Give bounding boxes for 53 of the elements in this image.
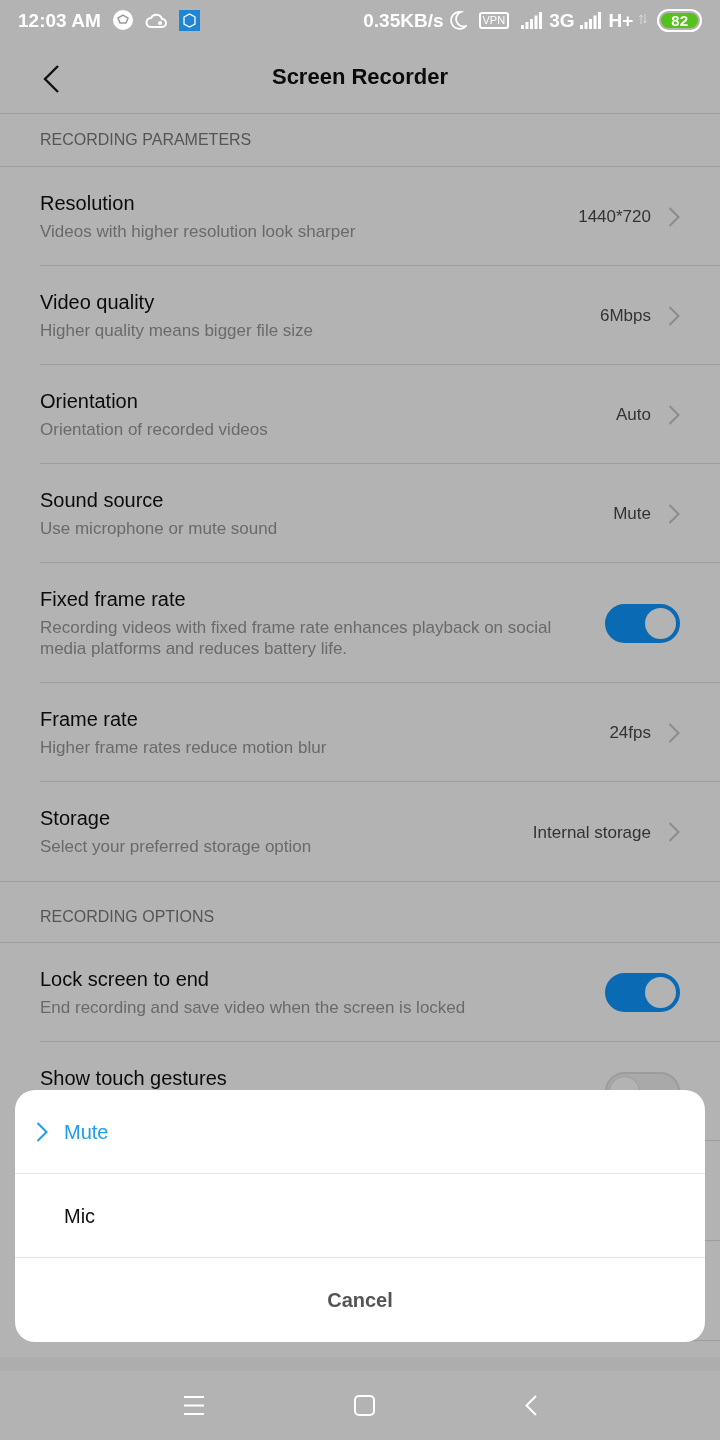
setting-description: Recording videos with fixed frame rate enhances playback on social media platforms and reduces battery life. [40, 617, 553, 659]
setting-title: Orientation [40, 389, 139, 413]
setting-title: Show touch gestures [40, 1066, 228, 1090]
setting-title: Sound source [40, 488, 165, 512]
app-icon [178, 9, 200, 31]
setting-description: Higher quality means bigger file size [40, 320, 315, 341]
setting-title: Resolution [40, 191, 136, 215]
toggle-switch[interactable] [605, 973, 680, 1012]
network-speed: 0.35KB/s [363, 10, 444, 30]
setting-value: Auto [616, 404, 651, 425]
data-arrows-icon [639, 13, 648, 24]
setting-value: 1440*720 [578, 206, 651, 227]
setting-value: Mute [613, 503, 651, 524]
setting-title: Video quality [40, 290, 156, 314]
setting-description: Orientation of recorded videos [40, 419, 269, 440]
chevron-right-icon [668, 822, 680, 842]
moon-icon [449, 10, 467, 30]
setting-title: Lock screen to end [40, 967, 210, 991]
menu-icon[interactable] [183, 1396, 204, 1415]
home-icon[interactable] [353, 1395, 375, 1416]
status-time: 12:03 AM [18, 10, 101, 30]
check-chevron-icon [36, 1121, 48, 1142]
setting-value: 6Mbps [599, 305, 651, 326]
chevron-right-icon [668, 305, 680, 326]
setting-description: Higher frame rates reduce motion blur [40, 737, 328, 758]
network-type: H+ [608, 10, 634, 30]
battery-indicator: 82 [657, 8, 702, 32]
chevron-right-icon [668, 404, 680, 425]
setting-value: Internal storage [532, 821, 651, 843]
round-app-icon [112, 10, 133, 30]
sheet-option[interactable]: Mic [15, 1174, 705, 1258]
cloud-icon [144, 12, 167, 28]
setting-description: Use microphone or mute sound [40, 518, 279, 539]
setting-title: Fixed frame rate [40, 587, 187, 611]
setting-description: Videos with higher resolution look sharper [40, 221, 357, 242]
signal-icon [521, 11, 544, 29]
setting-title: Storage [40, 806, 112, 830]
chevron-right-icon [668, 722, 680, 743]
signal-icon [580, 11, 603, 29]
setting-description: Select your preferred storage option [40, 836, 313, 857]
chevron-right-icon [668, 503, 680, 524]
setting-description: End recording and save video when the screen is locked [40, 997, 467, 1018]
setting-value: 24fps [609, 722, 651, 743]
back-icon[interactable] [43, 65, 59, 93]
page-title: Screen Recorder [271, 63, 449, 91]
section-header: RECORDING OPTIONS [40, 909, 215, 925]
chevron-right-icon [668, 206, 680, 227]
section-header: RECORDING PARAMETERS [40, 132, 252, 148]
toggle-switch[interactable] [605, 603, 680, 643]
cancel-button[interactable]: Cancel [15, 1258, 705, 1342]
vpn-indicator: VPN [478, 11, 510, 29]
network-type: 3G [549, 10, 575, 30]
setting-title: Frame rate [40, 707, 139, 731]
